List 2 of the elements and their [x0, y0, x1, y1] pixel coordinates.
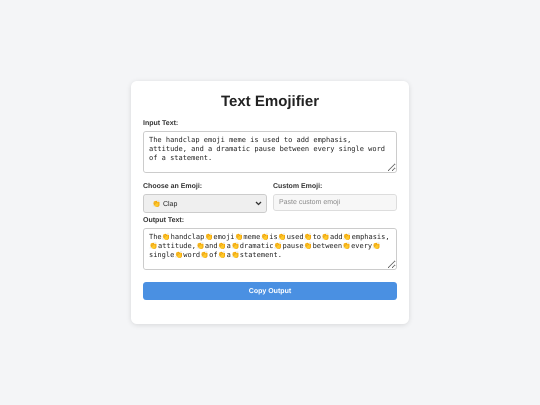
chevron-icon — [255, 201, 262, 206]
page-title: Text Emojifier — [220, 93, 320, 110]
